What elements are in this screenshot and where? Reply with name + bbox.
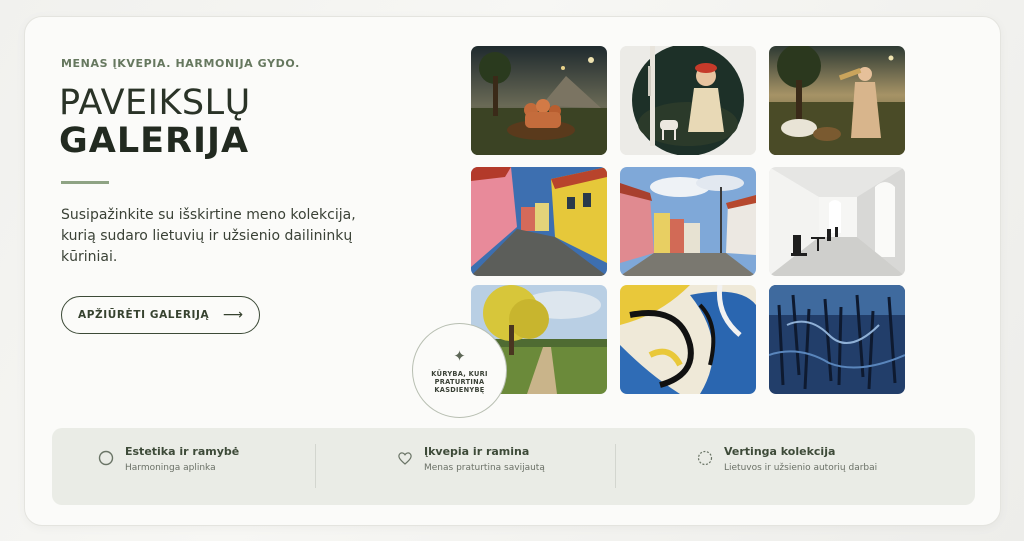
painting-colorful-street [471, 167, 607, 276]
painting-abstract-yellow-blue [620, 285, 756, 394]
hero-card: MENAS ĮKVEPIA. HARMONIJA GYDO. PAVEIKSLŲ… [24, 16, 1001, 526]
sparkle-icon: ✦ [453, 346, 466, 365]
feature-inspires: Įkvepia ir ramina Menas praturtina savij… [397, 428, 627, 505]
page-title-line1: PAVEIKSLŲ [59, 83, 251, 123]
gallery-tile-3[interactable] [769, 46, 905, 155]
gallery-tile-5[interactable] [620, 167, 756, 276]
hero-eyebrow: MENAS ĮKVEPIA. HARMONIJA GYDO. [61, 57, 300, 70]
gallery-tile-6[interactable] [769, 167, 905, 276]
arrow-right-icon: ⟶ [222, 307, 243, 323]
view-gallery-button[interactable]: APŽIŪRĖTI GALERIJĄ ⟶ [61, 296, 260, 334]
creativity-badge: ✦ KŪRYBA, KURI PRATURTINA KASDIENYBĘ [412, 323, 507, 418]
painting-white-corridor [769, 167, 905, 276]
feature-subtitle: Harmoninga aplinka [125, 463, 216, 473]
gallery-tile-9[interactable] [769, 285, 905, 394]
hero-description: Susipažinkite su išskirtine meno kolekci… [61, 207, 356, 265]
page-title-line2: GALERIJA [59, 121, 250, 161]
feature-title: Įkvepia ir ramina [424, 445, 530, 458]
painting-night-landscape [471, 46, 607, 155]
gallery-tile-1[interactable] [471, 46, 607, 155]
feature-title: Estetika ir ramybė [125, 445, 240, 458]
gallery-tile-4[interactable] [471, 167, 607, 276]
dashed-circle-icon [697, 450, 713, 466]
view-gallery-button-label: APŽIŪRĖTI GALERIJĄ [78, 309, 210, 321]
gallery-tile-2[interactable] [620, 46, 756, 155]
circle-icon [98, 450, 114, 466]
feature-collection: Vertinga kolekcija Lietuvos ir užsienio … [697, 428, 937, 505]
feature-subtitle: Lietuvos ir užsienio autorių darbai [724, 463, 878, 473]
badge-text: KŪRYBA, KURI PRATURTINA KASDIENYBĘ [431, 369, 488, 394]
feature-title: Vertinga kolekcija [724, 445, 836, 458]
features-panel: Estetika ir ramybė Harmoninga aplinka Įk… [52, 428, 975, 505]
heart-icon [398, 452, 412, 465]
feature-divider [315, 444, 316, 488]
feature-subtitle: Menas praturtina savijautą [424, 463, 545, 473]
feature-divider [615, 444, 616, 488]
painting-pastel-street [620, 167, 756, 276]
title-divider [61, 181, 109, 184]
painting-round-portrait [620, 46, 756, 155]
feature-aesthetics: Estetika ir ramybė Harmoninga aplinka [98, 428, 328, 505]
gallery-tile-8[interactable] [620, 285, 756, 394]
painting-musician-animals [769, 46, 905, 155]
painting-abstract-dark-blue [769, 285, 905, 394]
